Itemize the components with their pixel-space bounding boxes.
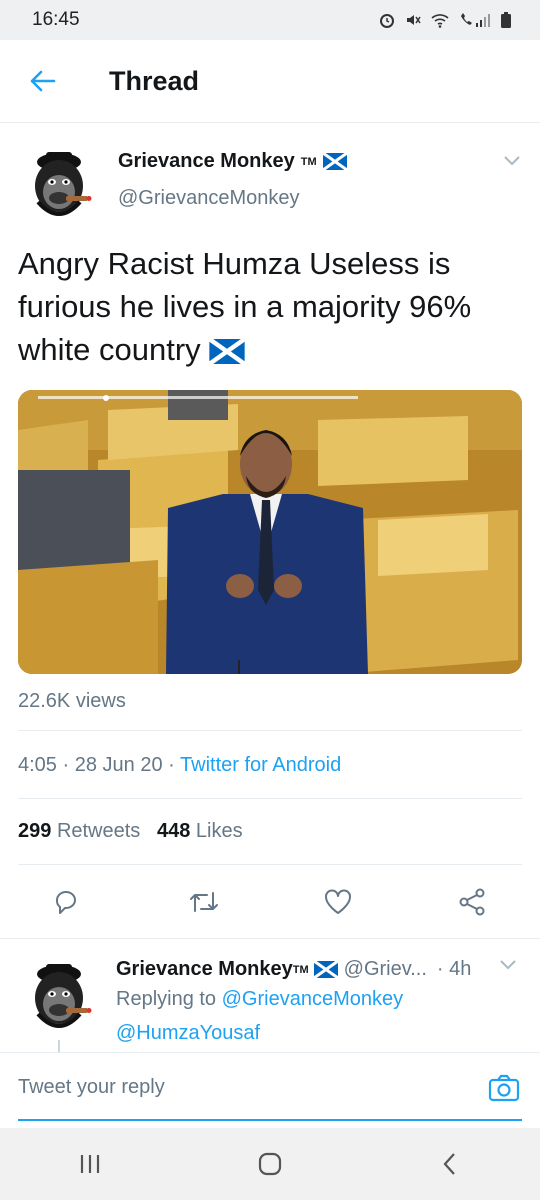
mention-link[interactable]: @GrievanceMonkey [222, 988, 403, 1010]
system-nav-bar [0, 1128, 540, 1200]
avatar[interactable] [18, 954, 100, 1036]
retweet-icon [190, 892, 218, 912]
recent-apps-icon [80, 1155, 100, 1173]
reply-icon [55, 891, 76, 914]
system-back-button[interactable] [410, 1134, 490, 1194]
retweets-label: Retweets [56, 820, 141, 842]
back-button[interactable] [0, 40, 84, 123]
heart-icon [325, 889, 351, 914]
tweet-views: 22.6K views [18, 690, 126, 712]
camera-button[interactable] [488, 1073, 520, 1108]
likes-label: Likes [195, 820, 243, 842]
divider [18, 864, 522, 865]
reply-button[interactable] [46, 882, 86, 922]
arrow-left-icon [30, 70, 56, 92]
tweet-time: 4:05 [18, 754, 57, 776]
monkey-avatar-icon [18, 142, 100, 224]
reply-input[interactable] [18, 1067, 458, 1107]
home-button[interactable] [230, 1134, 310, 1194]
input-underline [18, 1119, 522, 1121]
status-icons [378, 11, 512, 29]
likes-stat[interactable]: 448 Likes [157, 820, 243, 842]
tweet-counts: 299 Retweets 448 Likes [18, 820, 243, 843]
replying-prefix: Replying to [116, 988, 217, 1010]
video-thumbnail [18, 390, 522, 674]
tweet-date: 28 Jun 20 [74, 754, 163, 776]
signal-icon [461, 13, 490, 27]
battery-icon [501, 12, 511, 28]
share-button[interactable] [452, 882, 492, 922]
thread-connector-line [58, 1040, 60, 1052]
reply-header: Grievance Monkey TM @Griev... · 4h [116, 958, 471, 981]
app-header: Thread [0, 40, 540, 123]
retweets-count: 299 [18, 820, 52, 842]
trademark-mark: TM [292, 963, 309, 976]
camera-icon [488, 1074, 520, 1102]
reply-tweet[interactable]: Grievance Monkey TM @Griev... · 4h Replyi… [0, 940, 540, 1052]
monkey-avatar-icon [18, 954, 100, 1036]
tweet-meta: 4:05 · 28 Jun 20 · Twitter for Android [18, 754, 341, 777]
mention-link[interactable]: @HumzaYousaf [116, 1022, 260, 1045]
home-icon [258, 1152, 282, 1176]
reply-composer [0, 1052, 540, 1128]
page-title: Thread [109, 65, 200, 96]
chevron-down-icon [504, 156, 520, 166]
tweet-video[interactable] [18, 390, 522, 674]
tweet-menu-button[interactable] [502, 154, 522, 173]
reply-time-value: 4h [449, 958, 472, 980]
back-chevron-icon [443, 1153, 455, 1175]
tweet-source-link[interactable]: Twitter for Android [180, 754, 341, 776]
meta-separator: · [168, 754, 175, 776]
scotland-flag-icon [322, 153, 347, 170]
scotland-flag-icon [209, 339, 246, 365]
alarm-icon [380, 14, 394, 28]
status-time: 16:45 [32, 9, 80, 30]
recent-apps-button[interactable] [50, 1134, 130, 1194]
author-name-text: Grievance Monkey [118, 150, 295, 172]
tweet-author-handle[interactable]: @GrievanceMonkey [118, 187, 299, 210]
mute-icon [407, 15, 421, 25]
wifi-icon [431, 14, 449, 28]
reply-author-name[interactable]: Grievance Monkey [116, 958, 293, 981]
tweet-author-name[interactable]: Grievance Monkey TM [118, 150, 347, 173]
scotland-flag-icon [313, 961, 338, 978]
meta-separator: · [62, 754, 70, 776]
divider [18, 730, 522, 731]
reply-menu-button[interactable] [498, 958, 518, 977]
reply-author-handle[interactable]: @Griev... [344, 958, 427, 981]
share-icon [459, 888, 485, 916]
trademark-mark: TM [300, 155, 317, 168]
replying-to: Replying to @GrievanceMonkey [116, 988, 403, 1011]
tweet-text: Angry Racist Humza Useless is furious he… [18, 242, 518, 371]
reply-time: · 4h [436, 958, 472, 980]
chevron-down-icon [500, 960, 516, 970]
divider [18, 798, 522, 799]
section-divider [0, 938, 540, 939]
tweet-actions [0, 882, 540, 922]
tweet-author-row: Grievance Monkey TM @GrievanceMonkey [0, 124, 540, 228]
status-bar: 16:45 [0, 0, 540, 40]
retweets-stat[interactable]: 299 Retweets [18, 820, 140, 842]
likes-count: 448 [156, 820, 191, 842]
avatar[interactable] [18, 142, 100, 224]
retweet-button[interactable] [184, 882, 224, 922]
like-button[interactable] [318, 882, 358, 922]
